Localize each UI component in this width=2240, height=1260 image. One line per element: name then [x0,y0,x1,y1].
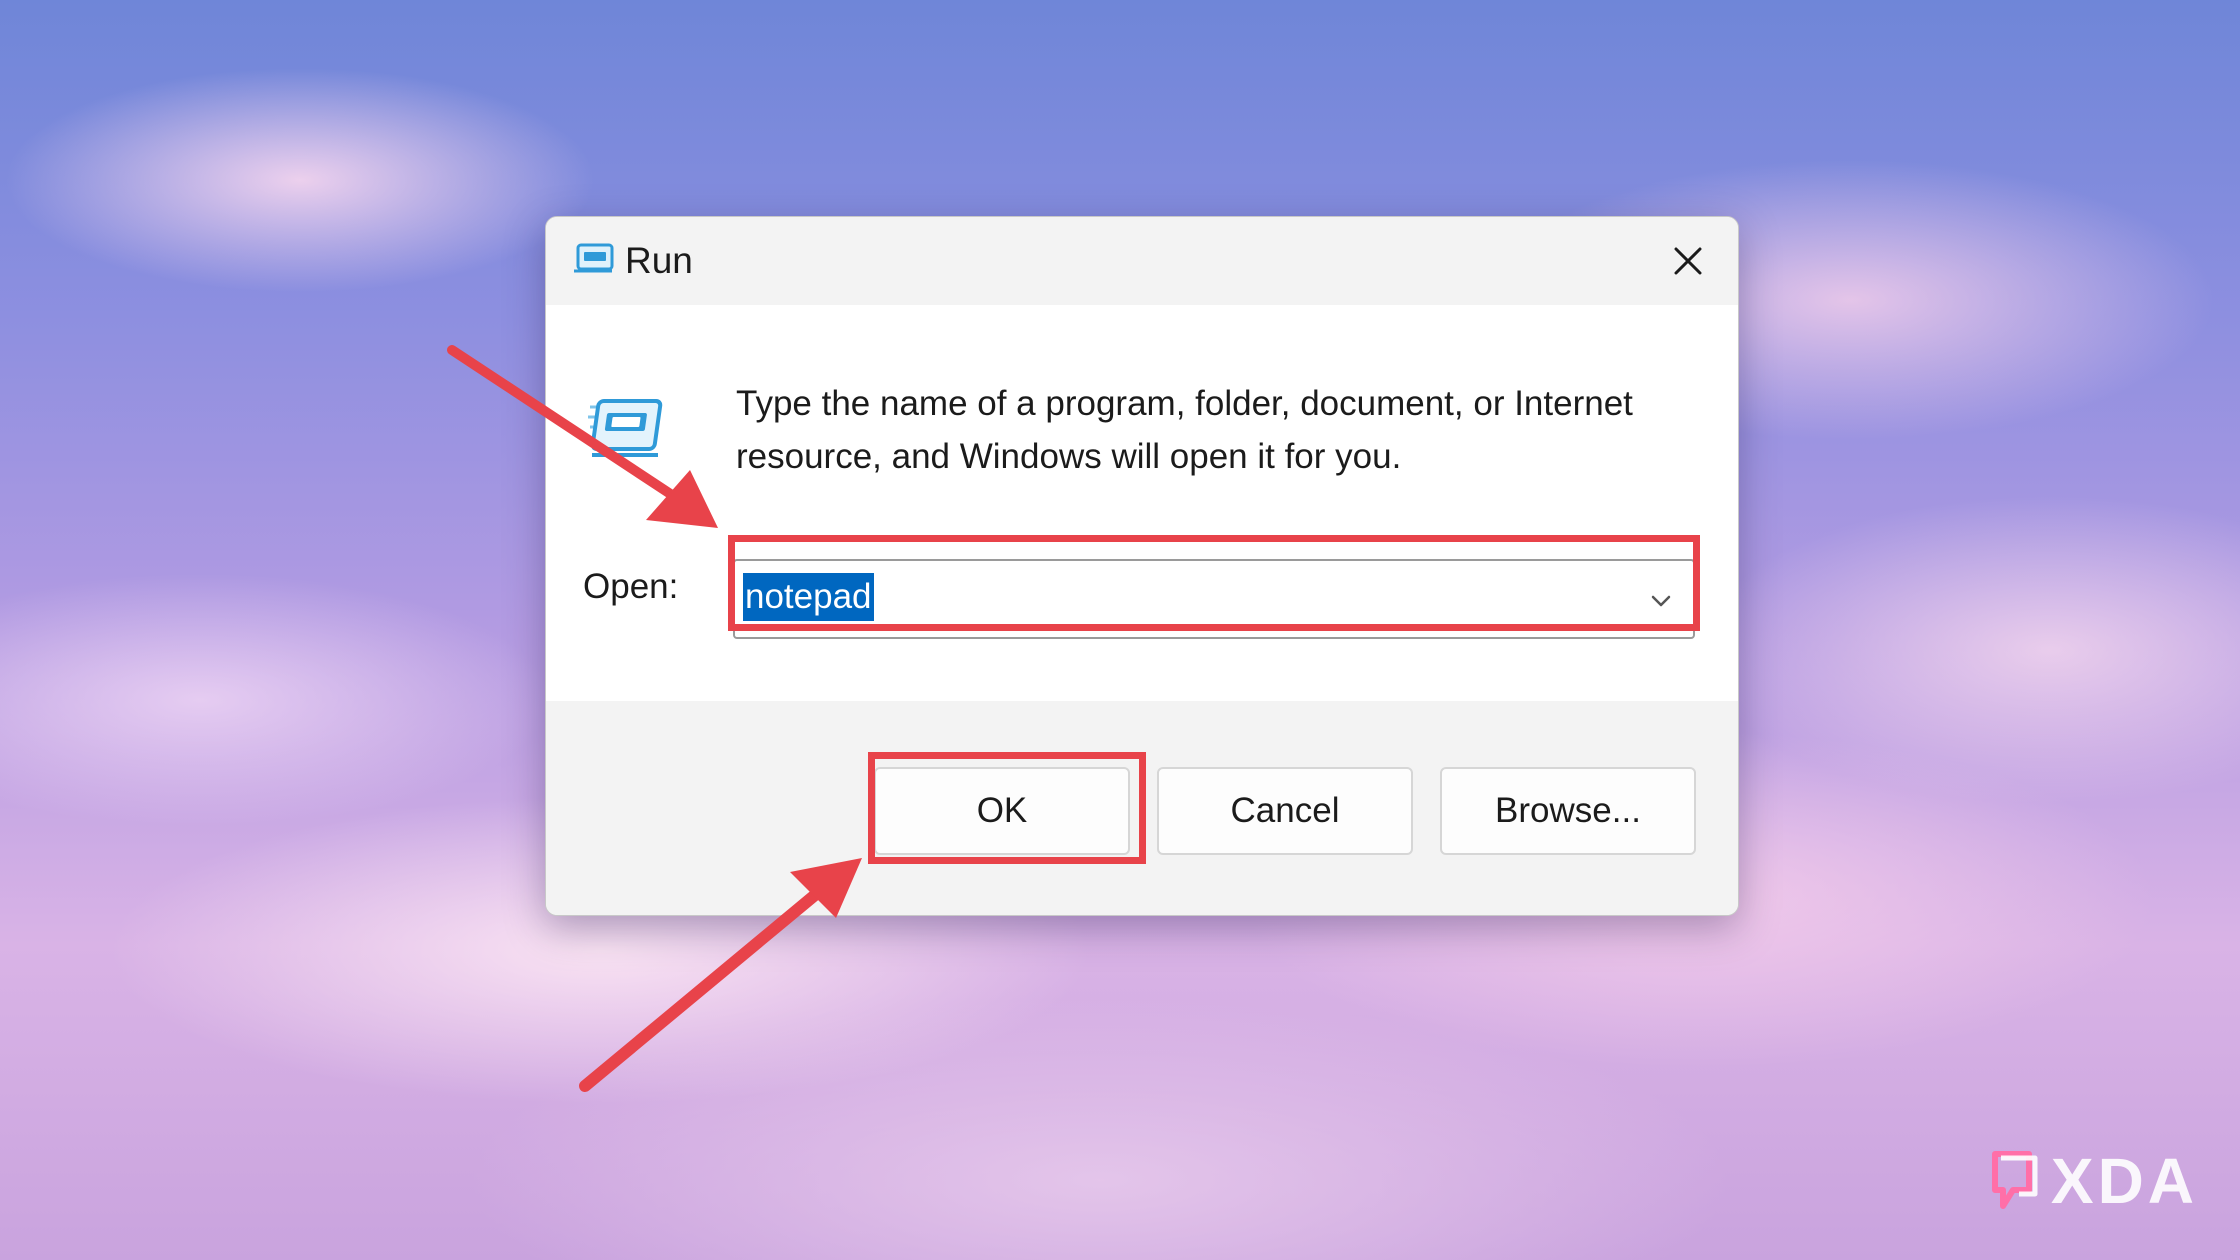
title-bar[interactable]: Run [546,217,1738,305]
xda-watermark: XDA [1989,1144,2198,1218]
description-text: Type the name of a program, folder, docu… [736,384,1633,476]
browse-button[interactable]: Browse... [1440,767,1696,855]
run-dialog: Run Type the name of a program, folder, … [545,216,1739,916]
run-icon [574,243,614,273]
open-input-value[interactable]: notepad [743,573,874,621]
xda-logo-icon [1991,1151,2038,1209]
close-button[interactable] [1638,217,1738,305]
dialog-content: Type the name of a program, folder, docu… [546,305,1738,701]
run-icon [588,399,663,457]
cancel-button[interactable]: Cancel [1157,767,1413,855]
chevron-down-icon[interactable] [1647,587,1675,615]
window-title: Run [625,240,693,281]
open-label: Open: [583,567,679,606]
open-combobox[interactable]: notepad [733,559,1695,639]
close-icon [1674,247,1702,275]
watermark-text: XDA [2050,1145,2198,1217]
ok-button[interactable]: OK [874,767,1130,855]
